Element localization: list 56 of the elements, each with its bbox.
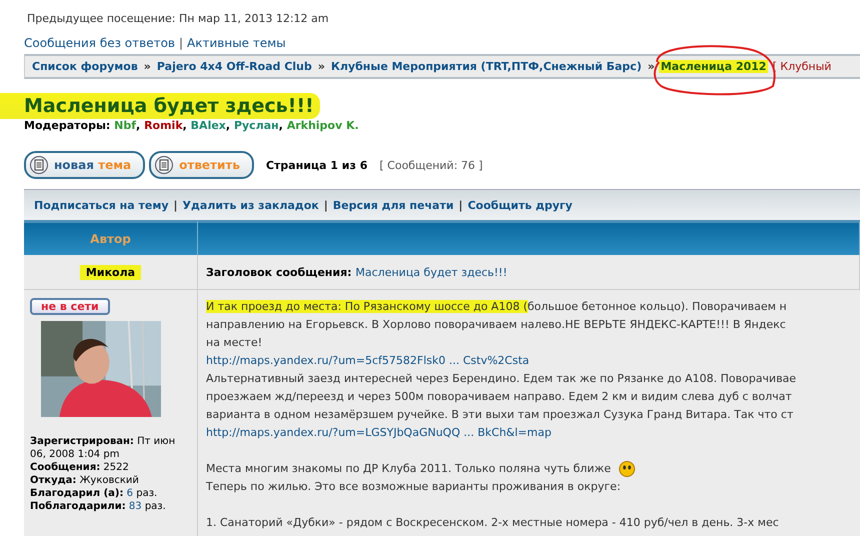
breadcrumb-link[interactable]: Pajero 4x4 Off-Road Club: [154, 60, 314, 73]
profile-field: Сообщения: 2522: [30, 461, 190, 474]
pagination-text: Страница 1 из 6: [266, 158, 368, 172]
smiley-icon: [616, 460, 637, 478]
post-text: Альтернативный заезд интересней через Берендино. Едем так же по Рязанке до А108. Поворачивае: [206, 371, 796, 387]
topic-link[interactable]: Версия для печати: [332, 198, 454, 212]
post-text: Места многим знакомы по ДР Клуба 2011. Только поляна чуть ближе: [206, 461, 611, 477]
post-text: И так проезд до места: По Рязанскому шоссе до А108 (большое бетонное кольцо). Поворачиваем н: [206, 299, 787, 315]
author-name: Микола: [80, 264, 142, 280]
quick-link[interactable]: Сообщения без ответов: [24, 36, 175, 50]
profile-field: Благодарил (а): 6 раз.: [30, 487, 190, 500]
comma: ,: [226, 119, 230, 134]
separator: |: [174, 198, 178, 212]
separator: |: [179, 36, 184, 50]
new-topic-button[interactable]: новая тема: [24, 151, 146, 179]
previous-visit-text: Предыдущее посещение: Пн мар 11, 2013 12:12 am: [26, 12, 330, 27]
comma: ,: [182, 119, 187, 134]
post-text: 1. Санаторий «Дубки» - рядом с Воскресенском. 2-х местные номера - 410 руб/чел в день. 3-х мес: [206, 515, 779, 531]
breadcrumb-separator: »: [318, 60, 325, 73]
topic-title: Масленица будет здесь!!!: [0, 93, 320, 119]
breadcrumb-separator: »: [648, 60, 655, 73]
breadcrumb-link[interactable]: Масленица 2012: [658, 60, 768, 73]
breadcrumb-separator: »: [144, 60, 151, 73]
post-count: [ Сообщений: 76 ]: [380, 158, 483, 172]
post-text: варианта в одном незамёрзшем ручейке. В эти выхи там проезжал Сузука Гранд Витара. Так что ст: [206, 407, 794, 423]
moderator-link[interactable]: Arkhipov K.: [286, 119, 359, 135]
separator: |: [458, 198, 463, 212]
subject-link[interactable]: Масленица будет здесь!!!: [356, 266, 508, 278]
comma: ,: [278, 119, 283, 134]
moderator-link[interactable]: BAlex: [190, 119, 226, 135]
moderator-link[interactable]: Nbf: [114, 119, 136, 135]
post-text: на месте!: [206, 335, 262, 351]
topic-link[interactable]: Сообщить другу: [468, 198, 572, 212]
moderators-label: Модераторы:: [24, 119, 112, 134]
comma: ,: [136, 119, 140, 134]
map-link[interactable]: http://maps.yandex.ru/?um=LGSYJbQaGNuQQ ... BkCh&l=map: [206, 424, 552, 442]
profile-field: Поблагодарили: 83 раз.: [30, 500, 190, 513]
offline-badge: не в сети: [30, 298, 110, 315]
post-text: направлению на Егорьевск. В Хорлово поворачиваем налево.НЕ ВЕРЬТЕ ЯНДЕКС-КАРТЕ!!! В Яндекс: [206, 317, 786, 333]
subject-label: Заголовок сообщения:: [206, 266, 353, 278]
topic-link[interactable]: Удалить из закладок: [182, 198, 319, 212]
post-text: Теперь по жилью. Это все возможные варианты проживания в округе:: [206, 479, 621, 495]
post-text: проезжаем жд/переезд и через 500м поворачиваем направо. Едем 2 км и видим слева дуб с волчат: [206, 389, 792, 405]
document-icon: [155, 156, 174, 174]
breadcrumb-link[interactable]: Клубные Мероприятия (TRT,ПТФ,Снежный Барс): [329, 60, 644, 73]
profile-field: Зарегистрирован: Пт июн 06, 2008 1:04 pm: [30, 435, 190, 461]
map-link[interactable]: http://maps.yandex.ru/?um=5cf57582Flsk0 ... Cstv%2Csta: [206, 352, 530, 370]
separator: |: [324, 198, 328, 212]
document-icon: [30, 156, 48, 174]
moderator-link[interactable]: Romik: [144, 119, 183, 135]
column-header: Автор: [90, 232, 131, 246]
quick-link[interactable]: Активные темы: [187, 36, 286, 50]
profile-field: Откуда: Жуковский: [30, 474, 190, 487]
breadcrumb-link[interactable]: Список форумов: [30, 60, 140, 73]
topic-link[interactable]: Подписаться на тему: [34, 198, 168, 212]
moderator-link[interactable]: Руслан: [234, 119, 279, 135]
